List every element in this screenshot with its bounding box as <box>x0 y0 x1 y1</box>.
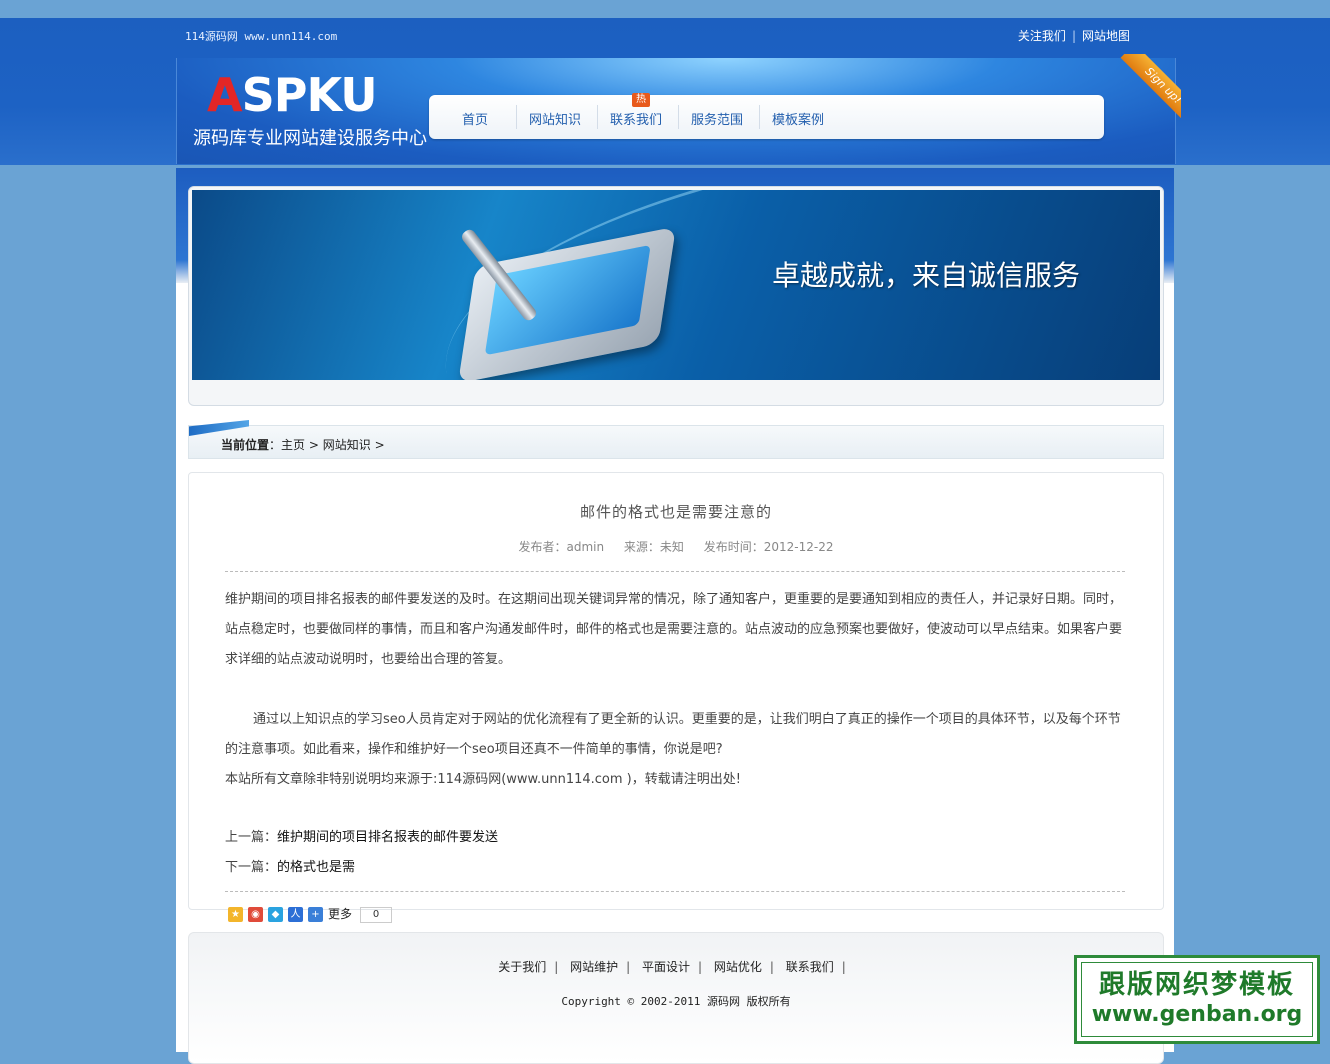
article-source: 来源：未知 <box>623 540 684 554</box>
breadcrumb-home[interactable]: 主页 <box>281 438 305 452</box>
article: 邮件的格式也是需要注意的 发布者：admin 来源：未知 发布时间：2012-1… <box>188 472 1164 910</box>
footer-links: 关于我们 | 网站维护 | 平面设计 | 网站优化 | 联系我们 | <box>498 960 846 974</box>
copyright: Copyright © 2002-2011 源码网 版权所有 <box>561 995 791 1008</box>
article-publisher: 发布者：admin <box>518 540 605 554</box>
next-article: 下一篇：的格式也是需 <box>225 860 356 875</box>
breadcrumb-text: 当前位置：主页 > 网站知识 > <box>221 438 385 452</box>
sitemap-link[interactable]: 网站地图 <box>1082 29 1130 43</box>
share-count: 0 <box>360 906 393 923</box>
share-more[interactable]: 更多 <box>328 907 352 921</box>
banner-image: 卓越成就，来自诚信服务 <box>192 190 1160 380</box>
footer-link-seo[interactable]: 网站优化 <box>714 960 762 974</box>
breadcrumb: 当前位置：主页 > 网站知识 > <box>188 420 1164 459</box>
watermark-stamp: 跟版网织梦模板 www.genban.org <box>1074 955 1320 1044</box>
article-paragraph: 维护期间的项目排名报表的邮件要发送的及时。在这期间出现关键词异常的情况，除了通知… <box>225 592 1123 667</box>
logo[interactable]: ASPKU <box>207 72 378 118</box>
article-pager: 上一篇：维护期间的项目排名报表的邮件要发送 下一篇：的格式也是需 <box>225 823 498 883</box>
watermark-line2: www.genban.org <box>1091 1002 1303 1027</box>
main-nav: 首页 网站知识 热 联系我们 服务范围 模板案例 <box>429 93 1104 139</box>
footer-link-design[interactable]: 平面设计 <box>642 960 690 974</box>
breadcrumb-section[interactable]: 网站知识 <box>323 438 371 452</box>
breadcrumb-label: 当前位置 <box>221 438 270 452</box>
footer-link-maintenance[interactable]: 网站维护 <box>570 960 618 974</box>
breadcrumb-decoration <box>189 420 249 436</box>
content-area: 卓越成就，来自诚信服务 当前位置：主页 > 网站知识 > 邮件的格式也是需要注意… <box>176 168 1174 1064</box>
plus-icon[interactable]: + <box>308 907 323 922</box>
renren-icon[interactable]: 人 <box>288 907 303 922</box>
share-bar: ★ ◉ ◆ 人 + 更多 0 <box>228 905 393 923</box>
topbar-links: 关注我们 | 网站地图 <box>1018 27 1130 44</box>
nav-item-knowledge[interactable]: 网站知识 <box>529 109 581 128</box>
banner-frame: 卓越成就，来自诚信服务 <box>188 186 1164 406</box>
divider: | <box>1071 29 1076 43</box>
nav-item-home[interactable]: 首页 <box>462 109 488 128</box>
article-body: 维护期间的项目排名报表的邮件要发送的及时。在这期间出现关键词异常的情况，除了通知… <box>225 585 1125 795</box>
footer-link-contact[interactable]: 联系我们 <box>786 960 834 974</box>
hot-badge: 热 <box>632 93 650 107</box>
divider <box>225 891 1125 892</box>
article-title: 邮件的格式也是需要注意的 <box>579 503 772 521</box>
site-text: 114源码网 www.unn114.com <box>185 30 338 43</box>
divider <box>597 105 598 129</box>
article-meta: 发布者：admin 来源：未知 发布时间：2012-12-22 <box>189 538 1163 555</box>
divider <box>759 105 760 129</box>
divider <box>678 105 679 129</box>
divider <box>225 571 1125 572</box>
nav-item-services[interactable]: 服务范围 <box>691 109 743 128</box>
follow-us-link[interactable]: 关注我们 <box>1018 29 1066 43</box>
site-header: ASPKU 源码库专业网站建设服务中心 首页 网站知识 热 联系我们 服务范围 … <box>176 54 1181 164</box>
article-source-note: 本站所有文章除非特别说明均来源于:114源码网(www.unn114.com )… <box>225 772 741 787</box>
article-date: 发布时间：2012-12-22 <box>703 540 834 554</box>
banner-slogan: 卓越成就，来自诚信服务 <box>772 259 1081 292</box>
prev-article: 上一篇：维护期间的项目排名报表的邮件要发送 <box>225 830 499 845</box>
footer-link-about[interactable]: 关于我们 <box>498 960 546 974</box>
signup-ribbon[interactable]: Sign up! <box>1107 54 1181 128</box>
tagline: 源码库专业网站建设服务中心 <box>193 128 427 149</box>
divider <box>516 105 517 129</box>
next-article-link[interactable]: 的格式也是需 <box>277 860 355 875</box>
prev-article-link[interactable]: 维护期间的项目排名报表的邮件要发送 <box>277 830 498 845</box>
weibo-icon[interactable]: ◉ <box>248 907 263 922</box>
watermark-line1: 跟版网织梦模板 <box>1098 970 1295 1000</box>
nav-item-contact[interactable]: 联系我们 <box>610 109 662 128</box>
site-footer: 关于我们 | 网站维护 | 平面设计 | 网站优化 | 联系我们 | Copyright … <box>188 932 1164 1064</box>
article-paragraph: 通过以上知识点的学习seo人员肯定对于网站的优化流程有了更全新的认识。更重要的是… <box>225 712 1121 757</box>
tencent-weibo-icon[interactable]: ◆ <box>268 907 283 922</box>
nav-item-cases[interactable]: 模板案例 <box>772 109 824 128</box>
qzone-icon[interactable]: ★ <box>228 907 243 922</box>
